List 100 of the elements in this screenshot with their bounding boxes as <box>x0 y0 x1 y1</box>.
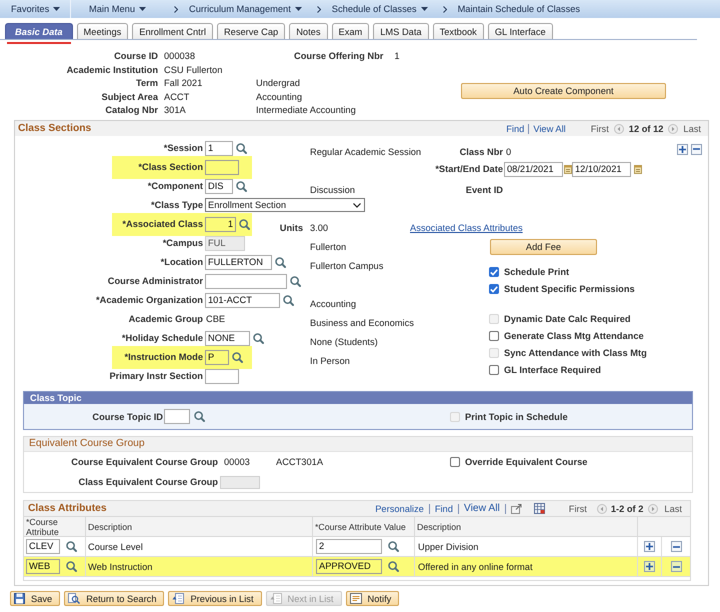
tab[interactable]: Enrollment Cntrl <box>132 23 213 39</box>
expand-window-icon[interactable] <box>510 504 522 514</box>
delete-row-button[interactable] <box>670 561 682 572</box>
return-to-search-button[interactable]: Return to Search <box>64 591 164 606</box>
field-description: Intermediate Accounting <box>256 104 356 116</box>
dropdown-select[interactable]: Enrollment Section <box>205 198 365 212</box>
checkbox-label: Dynamic Date Calc Required <box>504 313 631 325</box>
field-label: *Class Section <box>138 161 203 173</box>
input-field[interactable] <box>164 409 190 424</box>
tab[interactable]: Notes <box>289 23 328 39</box>
search-icon[interactable] <box>236 142 247 154</box>
checkbox[interactable] <box>489 284 499 294</box>
field-description: Discussion <box>310 184 355 196</box>
tab[interactable]: Exam <box>332 23 370 39</box>
find-link[interactable]: Find <box>434 502 453 514</box>
input-field[interactable] <box>205 368 239 384</box>
search-icon[interactable] <box>239 218 250 230</box>
tab[interactable]: GL Interface <box>488 23 553 39</box>
input-field[interactable] <box>205 274 287 288</box>
first-link[interactable]: First <box>568 502 587 514</box>
checkbox-label: Print Topic in Schedule <box>465 410 568 422</box>
table-cell: Upper Division <box>418 540 478 552</box>
section-title: Equivalent Course Group <box>29 438 145 450</box>
input-field[interactable]: 101-ACCT <box>205 292 280 308</box>
input-field[interactable]: FULLERTON <box>205 254 272 270</box>
end-date-field[interactable]: 12/10/2021 <box>572 162 631 176</box>
checkbox[interactable] <box>489 365 499 375</box>
minus-icon <box>672 546 680 548</box>
search-icon[interactable] <box>283 294 294 306</box>
input-field[interactable]: NONE <box>205 330 250 346</box>
search-icon[interactable] <box>66 561 77 572</box>
input-field[interactable]: 1 <box>205 216 236 232</box>
add-row-button[interactable] <box>677 144 688 154</box>
checkbox[interactable] <box>450 457 460 467</box>
first-link[interactable]: First <box>590 122 609 134</box>
add-fee-button[interactable]: Add Fee <box>490 238 597 254</box>
attribute-value-input[interactable]: 2 <box>316 539 382 554</box>
breadcrumb-link[interactable]: Maintain Schedule of Classes <box>458 3 580 15</box>
input-field[interactable]: P <box>205 350 229 364</box>
checkmark-icon <box>490 268 498 276</box>
calendar-icon[interactable] <box>634 164 642 174</box>
search-icon[interactable] <box>232 352 243 362</box>
tab[interactable]: LMS Data <box>373 23 429 39</box>
field-description: None (Students) <box>310 336 378 348</box>
search-icon[interactable] <box>275 256 286 268</box>
caret-down-icon <box>420 7 428 11</box>
search-icon[interactable] <box>388 541 399 552</box>
add-row-button[interactable] <box>644 561 655 572</box>
view-all-link[interactable]: View All <box>464 502 500 514</box>
tab[interactable]: Meetings <box>76 23 128 39</box>
search-icon[interactable] <box>236 180 247 192</box>
search-icon[interactable] <box>388 561 399 572</box>
view-all-link[interactable]: View All <box>533 122 566 134</box>
attribute-value-input[interactable]: APPROVED <box>316 559 382 574</box>
field-description: Undergrad <box>256 77 300 89</box>
tab[interactable]: Basic Data <box>5 23 73 39</box>
notify-button[interactable]: Notify <box>346 591 400 606</box>
tab[interactable]: Reserve Cap <box>216 23 286 39</box>
field-value: 000038 <box>164 51 196 61</box>
chevron-right-icon <box>174 6 178 12</box>
attributes-link[interactable]: Associated Class Attributes <box>410 222 523 234</box>
checkbox[interactable] <box>489 267 499 277</box>
input-field[interactable]: DIS <box>205 178 233 194</box>
start-date-field[interactable]: 08/21/2021 <box>504 162 563 176</box>
find-link[interactable]: Find <box>506 122 524 134</box>
search-icon[interactable] <box>290 276 301 286</box>
field-label: Units <box>280 222 303 234</box>
spreadsheet-icon[interactable] <box>534 503 545 514</box>
auto-create-component-button[interactable]: Auto Create Component <box>461 83 666 100</box>
field-label: Catalog Nbr <box>105 104 158 116</box>
last-link[interactable]: Last <box>683 122 701 134</box>
checkbox-label: Schedule Print <box>504 266 570 278</box>
input-field[interactable] <box>205 160 239 174</box>
field-label: *Component <box>148 180 203 192</box>
breadcrumb-link[interactable]: Main Menu <box>89 3 146 15</box>
input-field[interactable]: 1 <box>205 140 233 156</box>
add-row-button[interactable] <box>644 541 655 552</box>
plus-icon <box>646 563 653 570</box>
delete-row-button[interactable] <box>670 541 682 552</box>
search-icon[interactable] <box>253 332 264 344</box>
search-icon[interactable] <box>66 541 77 552</box>
attribute-input[interactable]: CLEV <box>26 539 60 554</box>
field-description: Fullerton Campus <box>310 260 384 272</box>
checkbox-label: Generate Class Mtg Attendance <box>504 330 644 342</box>
plus-icon <box>679 146 686 152</box>
personalize-link[interactable]: Personalize <box>375 502 424 514</box>
breadcrumb-link[interactable]: Schedule of Classes <box>332 3 428 15</box>
save-button[interactable]: Save <box>10 591 60 606</box>
delete-row-button[interactable] <box>691 144 702 154</box>
attribute-input[interactable]: WEB <box>26 559 60 574</box>
column-header: *Course Attribute Value <box>315 522 406 532</box>
breadcrumb-link[interactable]: Favorites <box>11 3 60 15</box>
checkbox[interactable] <box>489 331 499 341</box>
tab[interactable]: Textbook <box>432 23 484 39</box>
calendar-icon[interactable] <box>564 164 572 174</box>
breadcrumb-link[interactable]: Curriculum Management <box>189 3 302 15</box>
last-link[interactable]: Last <box>664 502 682 514</box>
field-value: Fall 2021 <box>164 78 202 88</box>
previous-in-list-button[interactable]: Previous in List <box>168 591 262 606</box>
search-icon[interactable] <box>194 411 205 422</box>
